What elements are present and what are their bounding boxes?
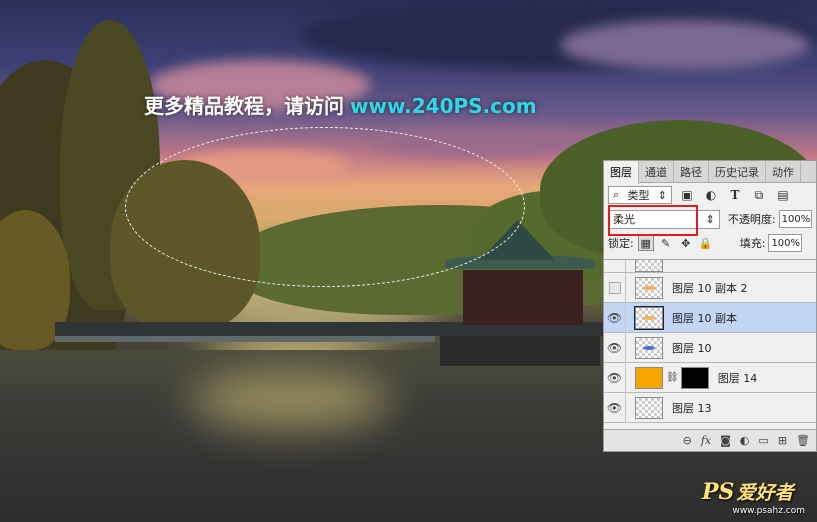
lock-image-pixels-icon[interactable]: ✎: [658, 235, 674, 251]
layer-style-fx-icon[interactable]: fx: [701, 434, 711, 447]
image-filter-icon[interactable]: ▣: [678, 186, 696, 204]
promo-title: 更多精品教程，请访问: [144, 94, 344, 118]
lock-all-icon[interactable]: 🔒: [698, 235, 714, 251]
fill-layer-thumbnail: [635, 366, 663, 389]
layer-row[interactable]: 👁 ⛓ 图层 14: [604, 362, 816, 393]
layer-row-selected[interactable]: 👁 图层 10 副本: [604, 302, 816, 333]
eye-icon[interactable]: 👁: [604, 332, 626, 363]
add-mask-icon[interactable]: ◙: [720, 434, 731, 447]
search-icon: ⌕: [613, 188, 620, 201]
promo-url: www.240PS.com: [350, 94, 537, 118]
fill-input[interactable]: 100%: [768, 234, 803, 252]
filter-kind-value: 类型: [627, 189, 650, 202]
layer-name[interactable]: 图层 13: [672, 400, 712, 416]
fill-label: 填充:: [739, 237, 766, 250]
layers-bottom-toolbar: ⊖ fx ◙ ◐ ▭ ⊞ 🗑: [604, 429, 816, 451]
tab-layers[interactable]: 图层: [604, 161, 639, 184]
layer-thumbnail: [635, 336, 663, 359]
layer-row[interactable]: [604, 260, 816, 273]
layer-mask-thumbnail[interactable]: [680, 366, 709, 389]
tab-channels[interactable]: 通道: [639, 161, 674, 182]
visibility-toggle-off[interactable]: [604, 272, 626, 303]
watermark-logo: PS 爱好者: [702, 478, 793, 505]
tab-paths[interactable]: 路径: [674, 161, 709, 182]
watermark-logo-latin: PS: [702, 479, 735, 505]
link-layers-icon[interactable]: ⊖: [683, 434, 692, 447]
tab-actions[interactable]: 动作: [766, 161, 801, 182]
layer-list: 图层 10 副本 2 👁 图层 10 副本 👁 图层 10 👁 ⛓ 图层 14 …: [604, 259, 816, 429]
layer-thumbnail: [635, 260, 663, 272]
layer-name[interactable]: 图层 10 副本 2: [672, 280, 748, 296]
tutorial-promo-text: 更多精品教程，请访问 www.240PS.com: [144, 90, 537, 119]
smart-object-filter-icon[interactable]: ▤: [774, 186, 792, 204]
shape-filter-icon[interactable]: ⧉: [750, 186, 768, 204]
layer-row[interactable]: 👁 图层 13: [604, 392, 816, 423]
elliptical-selection-marquee[interactable]: [125, 127, 525, 287]
new-layer-icon[interactable]: ⊞: [778, 434, 787, 447]
panel-tabs: 图层 通道 路径 历史记录 动作: [604, 161, 816, 184]
opacity-input[interactable]: 100%: [778, 210, 812, 228]
lock-transparent-pixels-icon[interactable]: ▦: [637, 235, 654, 251]
layer-thumbnail: [635, 396, 663, 419]
updown-icon: ⇕: [657, 188, 667, 202]
new-group-folder-icon[interactable]: ▭: [758, 434, 768, 447]
layer-name[interactable]: 图层 10: [672, 340, 712, 356]
eye-icon[interactable]: 👁: [604, 302, 626, 333]
layer-name[interactable]: 图层 14: [718, 370, 758, 386]
layer-thumbnail: [635, 276, 663, 299]
eye-icon[interactable]: 👁: [604, 392, 626, 423]
layers-panel: 图层 通道 路径 历史记录 动作 ⌕ 类型 ⇕ ▣ ◐ T ⧉ ▤ 柔光 ⇕ 不…: [603, 160, 817, 452]
filter-row: ⌕ 类型 ⇕ ▣ ◐ T ⧉ ▤: [604, 183, 816, 207]
layer-row[interactable]: 图层 10 副本 2: [604, 272, 816, 303]
eye-icon[interactable]: 👁: [604, 362, 626, 393]
tab-history[interactable]: 历史记录: [709, 161, 766, 182]
layer-name[interactable]: 图层 10 副本: [672, 310, 737, 326]
blend-mode-highlight-box: [608, 205, 698, 236]
watermark-logo-cn: 爱好者: [736, 482, 794, 504]
lock-position-icon[interactable]: ✥: [678, 235, 694, 251]
watermark-url: www.psahz.com: [732, 506, 805, 516]
opacity-label: 不透明度:: [727, 213, 776, 226]
updown-icon: ⇕: [705, 212, 715, 226]
type-filter-icon[interactable]: T: [726, 186, 744, 204]
adjustment-layer-icon[interactable]: ◐: [740, 434, 750, 447]
site-watermark: PS 爱好者 www.psahz.com: [702, 478, 807, 516]
eye-icon[interactable]: [604, 260, 626, 272]
layer-thumbnail: [634, 305, 664, 330]
link-chain-icon[interactable]: ⛓: [666, 372, 679, 383]
filter-kind-select[interactable]: ⌕ 类型 ⇕: [608, 186, 672, 204]
layer-row[interactable]: 👁 图层 10: [604, 332, 816, 363]
lock-label: 锁定:: [608, 237, 634, 250]
adjustment-filter-icon[interactable]: ◐: [702, 186, 720, 204]
trash-icon[interactable]: 🗑: [796, 434, 810, 447]
